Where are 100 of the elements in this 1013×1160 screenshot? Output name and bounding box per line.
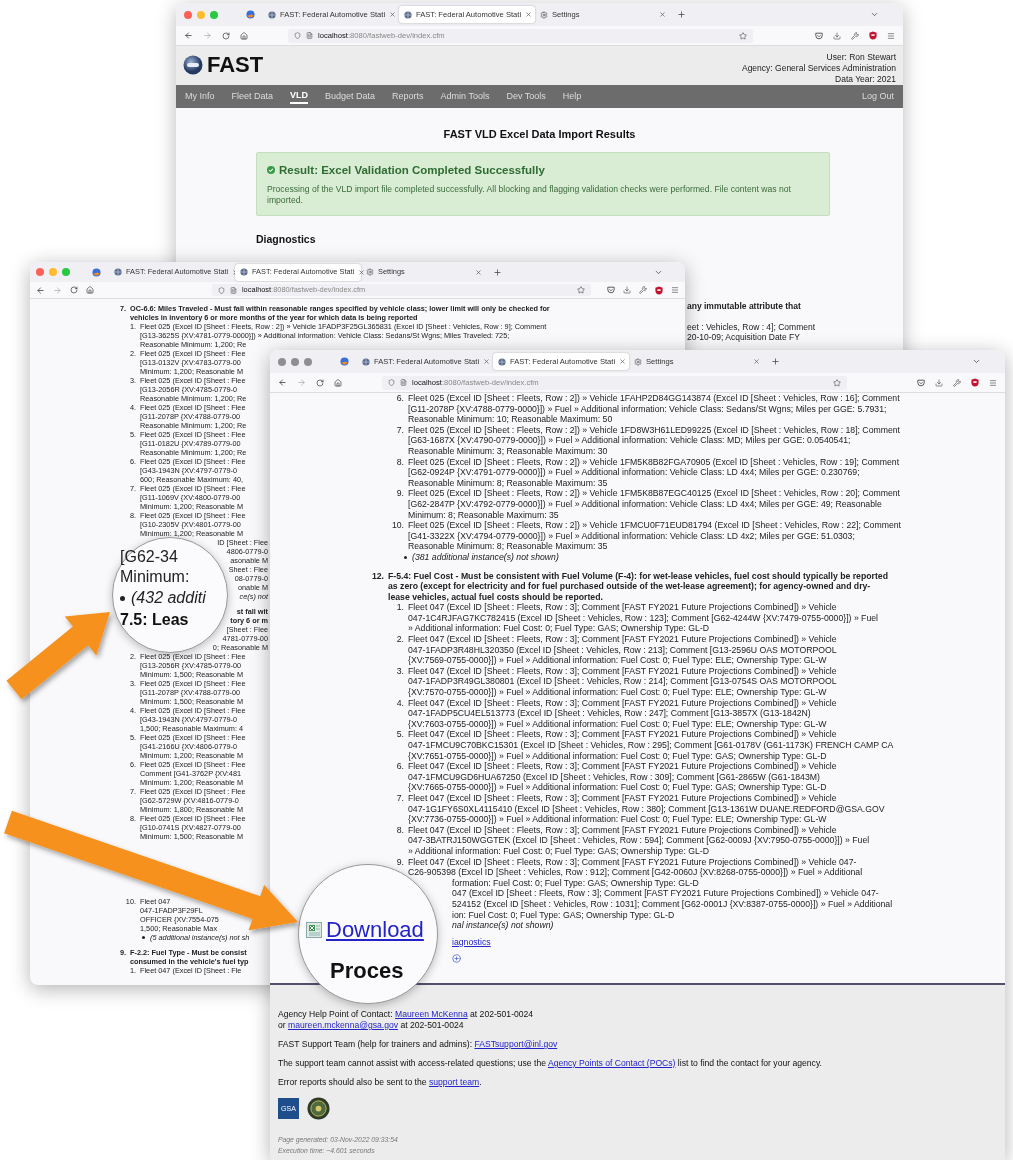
bookmark-star-icon[interactable]	[739, 31, 747, 40]
close-button[interactable]	[184, 10, 192, 19]
logo-icon	[183, 55, 203, 75]
nav-link[interactable]: My Info	[185, 89, 215, 104]
home-icon[interactable]	[85, 286, 94, 294]
bookmark-star-icon[interactable]	[577, 286, 586, 294]
issue-text: Fleet 047 (Excel ID [Sheet : Fleets, Row : 3]; Comment [FAST FY2021 Future Projections Combined]) » Vehicle	[408, 697, 837, 709]
issue-text: Minimum: 8; Reasonable Maximum: 35	[408, 509, 559, 521]
footer-text: The support team cannot assist with access-related questions; use the Agency Points of Contact (POCs) list to find the contact for your agency.	[278, 1058, 823, 1069]
nav-link[interactable]: VLD	[290, 88, 309, 105]
download-icon[interactable]	[833, 31, 841, 40]
zoom-button[interactable]	[304, 357, 312, 366]
close-button[interactable]	[36, 268, 44, 276]
page-icon	[306, 32, 313, 39]
close-icon[interactable]	[659, 11, 666, 18]
list-number: 12.	[370, 570, 384, 582]
back-icon[interactable]	[184, 31, 193, 40]
close-icon[interactable]	[753, 358, 760, 365]
close-icon[interactable]	[619, 358, 627, 365]
forward-icon[interactable]	[53, 285, 62, 295]
check-icon	[267, 166, 275, 174]
menu-icon[interactable]	[887, 31, 895, 40]
user-info-text: Agency: General Services Administration	[741, 63, 896, 74]
new-tab-icon[interactable]	[771, 357, 780, 366]
shield-extension-icon[interactable]	[869, 31, 877, 40]
pocket-icon[interactable]	[917, 378, 925, 387]
issue-text: 047-1G1FY6S0XL4115410 (Excel ID [Sheet : Vehicles, Row : 380]; Comment [G13-1361W DUANE.REDFORD@GSA.GOV	[408, 803, 885, 815]
nav-link[interactable]: Reports	[392, 89, 424, 104]
chevron-down-icon[interactable]	[972, 357, 981, 366]
forward-icon[interactable]	[297, 378, 306, 387]
issue-text: C26-905398 (Excel ID [Sheet : Vehicles, Row : 912]; Comment [G42-0060J {XV:8268-0755-0000}]) » Fuel » Additional	[408, 867, 863, 878]
close-icon[interactable]	[475, 268, 482, 276]
list-number: 7.	[395, 424, 404, 436]
wrench-icon[interactable]	[953, 378, 961, 387]
nav-link[interactable]: Fleet Data	[231, 89, 274, 104]
issue-text: 047-1FMCU9GD6HUA67250 (Excel ID [Sheet : Vehicles, Row : 309]; Comment [G61-2865W (G61-1843M)	[408, 771, 820, 783]
download-link[interactable]: iagnostics	[452, 936, 491, 947]
zoom-button[interactable]	[62, 268, 70, 276]
issue-text: 047-1FADP5CU4EL513773 (Excel ID [Sheet : Vehicles, Row : 247]; Comment [G13-3857X (G13-1842N)	[408, 708, 811, 719]
shield-extension-icon[interactable]	[655, 285, 664, 295]
section-heading: Diagnostics	[256, 233, 317, 246]
close-icon[interactable]	[483, 358, 491, 365]
menu-icon[interactable]	[989, 378, 997, 387]
menu-icon[interactable]	[671, 286, 680, 294]
download-icon[interactable]	[935, 378, 943, 387]
nav-link[interactable]: Help	[562, 89, 582, 104]
list-number: 7.	[395, 792, 404, 804]
nav-link[interactable]: Admin Tools	[440, 89, 490, 104]
nav-link[interactable]: Budget Data	[325, 89, 376, 104]
home-icon[interactable]	[240, 31, 248, 40]
forward-icon[interactable]	[203, 31, 212, 40]
minimize-button[interactable]	[291, 357, 299, 366]
footer-text: FAST Support Team (help for trainers and admins): FASTsupport@inl.gov	[278, 1039, 559, 1050]
issue-text: 524152 (Excel ID [Sheet : Vehicles, Row : 1031]; Comment [G62-0001J {XV:8387-0755-0000}]) » Fuel » Additional	[452, 898, 893, 910]
footer-text: Error reports should also be sent to the support team.	[278, 1077, 483, 1088]
reload-icon[interactable]	[316, 378, 324, 387]
issue-text: Fleet 047 (Excel ID [Sheet : Fleets, Row : 3]; Comment [FAST FY2021 Future Projections Combined]) » Vehicle	[408, 665, 837, 677]
download-icon[interactable]	[623, 286, 632, 294]
footer-text: Agency Help Point of Contact: Maureen McKenna at 202-501-0024	[278, 1009, 535, 1020]
footer-link[interactable]: Maureen McKenna	[395, 1009, 468, 1019]
reload-icon[interactable]	[69, 286, 78, 294]
pocket-icon[interactable]	[607, 286, 616, 294]
back-icon[interactable]	[278, 378, 287, 387]
close-icon[interactable]	[358, 268, 366, 276]
shield-extension-icon[interactable]	[971, 378, 979, 387]
issue-text: [G63-1687X {XV:4790-0779-0000}]) » Fuel » Additional information: Vehicle Class: MD; Miles per GGE: 0.0540541;	[408, 435, 851, 446]
new-tab-icon[interactable]	[493, 267, 502, 277]
footer-link[interactable]: Agency Points of Contact (POCs)	[547, 1058, 676, 1068]
download-link[interactable]: Download	[326, 917, 424, 943]
wrench-icon[interactable]	[639, 286, 648, 294]
close-icon[interactable]	[389, 11, 397, 18]
chevron-down-icon[interactable]	[870, 10, 879, 19]
footer-link[interactable]: FASTsupport@inl.gov	[474, 1039, 558, 1049]
spreadsheet-icon	[306, 922, 322, 938]
page-title: FAST VLD Excel Data Import Results	[442, 127, 637, 141]
reload-icon[interactable]	[222, 31, 230, 40]
issue-text: 047-1FMCU9C70BKC15301 (Excel ID [Sheet : Vehicles, Row : 295]; Comment [G61-0178V (G61-1173K) FRENCH CAMP CA	[408, 740, 894, 751]
bookmark-star-icon[interactable]	[833, 378, 841, 387]
section-heading: Proces	[330, 958, 404, 984]
nav-link[interactable]: Dev Tools	[506, 89, 546, 104]
alert-message: Processing of the VLD import file completed successfully. All blocking and flagging validation checks were performed. File content was not imported.	[267, 184, 792, 206]
expand-icon[interactable]	[452, 954, 461, 964]
close-icon[interactable]	[525, 11, 533, 18]
pocket-icon[interactable]	[815, 31, 823, 40]
issue-text: [G62-34	[120, 547, 178, 567]
close-button[interactable]	[278, 357, 286, 366]
wrench-icon[interactable]	[851, 31, 859, 40]
footer-link[interactable]: maureen.mckenna@gsa.gov	[288, 1020, 399, 1030]
issue-text: {XV:7570-0755-0000}]) » Fuel » Additional information: Fuel Cost: 0; Fuel Type: ELE; Ownership Type: GL-W	[408, 687, 827, 698]
issue-text: Fleet 047 (Excel ID [Sheet : Fleets, Row : 3]; Comment [FAST FY2021 Future Projections Combined]) » Vehicle	[408, 602, 837, 613]
new-tab-icon[interactable]	[677, 10, 686, 19]
logout-link[interactable]: Log Out	[861, 89, 894, 104]
back-icon[interactable]	[36, 285, 45, 295]
rule-heading: lease vehicles, actual fuel costs should be reported.	[388, 591, 603, 603]
home-icon[interactable]	[334, 378, 342, 387]
list-number: 6.	[395, 761, 404, 772]
issue-text: Fleet 025 (Excel ID [Sheet : Fleets, Row : 2]) » Vehicle 1FMCU0F71EUD81794 (Excel ID [Sheet : Vehicles, Row : 22]; Comment	[408, 520, 901, 531]
rule-heading: any immutable attribute that	[687, 301, 801, 311]
issue-text: Fleet 025 (Excel ID [Sheet : Fleets, Row : 2]) » Vehicle 1FM5K8B82FGA70905 (Excel ID [Sheet : Vehicles, Row : 19]; Comment	[408, 456, 900, 468]
zoom-button[interactable]	[210, 10, 218, 19]
